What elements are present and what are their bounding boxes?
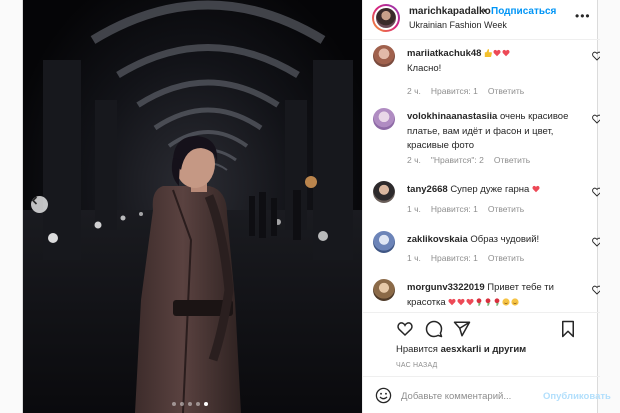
comments-list: mariiatkachuk48 Класно! 2 ч. Нравится: 1…: [363, 40, 600, 312]
comment-meta: 2 ч. "Нравится": 2 Ответить: [407, 155, 530, 165]
smile-emoji-icon: [511, 297, 519, 306]
heart-emoji-icon: [502, 49, 510, 57]
comment-text: Образ чудовий!: [470, 234, 540, 245]
comment-body: volokhinaanastasiia очень красивое плать…: [407, 110, 575, 154]
rose-emoji-icon: [494, 297, 500, 306]
carousel-dot: [172, 402, 176, 406]
commenter-username[interactable]: volokhinaanastasiia: [407, 111, 497, 122]
commenter-username[interactable]: tany2668: [407, 184, 448, 195]
author-avatar[interactable]: [372, 4, 400, 32]
comment-body: mariiatkachuk48 Класно!: [407, 47, 575, 76]
comment-text: Супер дуже гарна: [450, 184, 530, 195]
comment-time[interactable]: 1 ч.: [407, 253, 421, 263]
comment-like-icon[interactable]: [592, 114, 600, 124]
post-header: marichkapadalko • Подписаться Ukrainian …: [363, 0, 600, 40]
comment-likes-count[interactable]: "Нравится": 2: [431, 155, 484, 165]
carousel-prev-button[interactable]: [31, 196, 48, 213]
share-icon[interactable]: [453, 320, 471, 338]
commenter-username[interactable]: mariiatkachuk48: [407, 48, 481, 59]
commenter-username[interactable]: zaklikovskaia: [407, 234, 468, 245]
more-dots-icon[interactable]: •••: [575, 9, 591, 23]
page: marichkapadalko • Подписаться Ukrainian …: [0, 0, 620, 413]
likes-others[interactable]: и другим: [484, 344, 526, 355]
comment-body: morgunv3322019 Привет тебе ти красотка: [407, 281, 575, 310]
author-username[interactable]: marichkapadalko: [409, 6, 491, 17]
heart-emoji-icon: [466, 298, 474, 305]
comment-likes-count[interactable]: Нравится: 1: [431, 253, 478, 263]
heart-outline-icon[interactable]: [396, 320, 414, 338]
rose-emoji-icon: [485, 297, 491, 306]
heart-emoji-icon: [493, 49, 501, 57]
follow-button[interactable]: Подписаться: [491, 6, 556, 17]
commenter-avatar[interactable]: [373, 231, 395, 253]
photo-artwork: [23, 0, 362, 413]
publish-button[interactable]: Опубликовать: [543, 391, 611, 402]
comment-icon[interactable]: [425, 320, 443, 338]
comment-like-icon[interactable]: [592, 285, 600, 295]
heart-emoji-icon: [448, 298, 456, 305]
commenter-avatar[interactable]: [373, 108, 395, 130]
commenter-username[interactable]: morgunv3322019: [407, 282, 485, 293]
post-modal: marichkapadalko • Подписаться Ukrainian …: [22, 0, 611, 413]
reply-button[interactable]: Ответить: [488, 204, 524, 214]
reply-button[interactable]: Ответить: [494, 155, 530, 165]
comment-like-icon[interactable]: [592, 51, 600, 61]
comment-input[interactable]: [401, 386, 531, 406]
thumbs-up-icon: [484, 49, 493, 57]
bookmark-icon[interactable]: [559, 320, 577, 338]
add-comment-row: Опубликовать: [363, 376, 611, 413]
commenter-avatar[interactable]: [373, 181, 395, 203]
rose-emoji-icon: [476, 297, 482, 306]
comment-body: zaklikovskaia Образ чудовий!: [407, 233, 575, 248]
header-separator: •: [483, 6, 487, 17]
likes-username[interactable]: aesxkarli: [441, 344, 482, 355]
heart-emoji-icon: [457, 298, 465, 305]
comment-meta: 1 ч. Нравится: 1 Ответить: [407, 253, 524, 263]
smiley-icon[interactable]: [375, 387, 392, 404]
smile-emoji-icon: [502, 297, 510, 306]
post-photo[interactable]: [23, 0, 362, 413]
likes-summary: Нравится aesxkarli и другим: [396, 344, 526, 355]
comment-like-icon[interactable]: [592, 187, 600, 197]
comment-meta: 2 ч. Нравится: 1 Ответить: [407, 86, 524, 96]
comment-likes-count[interactable]: Нравится: 1: [431, 86, 478, 96]
carousel-dot: [188, 402, 192, 406]
reply-button[interactable]: Ответить: [488, 253, 524, 263]
carousel-dot: [180, 402, 184, 406]
carousel-indicator: [172, 402, 208, 406]
commenter-avatar[interactable]: [373, 45, 395, 67]
carousel-dot: [196, 402, 200, 406]
post-location[interactable]: Ukrainian Fashion Week: [409, 20, 507, 30]
commenter-avatar[interactable]: [373, 279, 395, 301]
heart-emoji-icon: [532, 185, 540, 193]
comment-likes-count[interactable]: Нравится: 1: [431, 204, 478, 214]
author-avatar-image: [374, 6, 398, 30]
reply-button[interactable]: Ответить: [488, 86, 524, 96]
comment-body: tany2668 Супер дуже гарна: [407, 183, 575, 198]
comment-time[interactable]: 2 ч.: [407, 86, 421, 96]
post-side-panel: marichkapadalko • Подписаться Ukrainian …: [362, 0, 611, 413]
comment-like-icon[interactable]: [592, 237, 600, 247]
post-timestamp[interactable]: ЧАС НАЗАД: [396, 362, 438, 369]
comment-text: Класно!: [407, 62, 442, 74]
post-actions: Нравится aesxkarli и другим ЧАС НАЗАД Оп…: [363, 312, 611, 413]
chevron-left-icon: [31, 196, 38, 205]
carousel-dot-active: [204, 402, 208, 406]
likes-prefix: Нравится: [396, 344, 438, 355]
comment-time[interactable]: 1 ч.: [407, 204, 421, 214]
comment-time[interactable]: 2 ч.: [407, 155, 421, 165]
comment-meta: 1 ч. Нравится: 1 Ответить: [407, 204, 524, 214]
